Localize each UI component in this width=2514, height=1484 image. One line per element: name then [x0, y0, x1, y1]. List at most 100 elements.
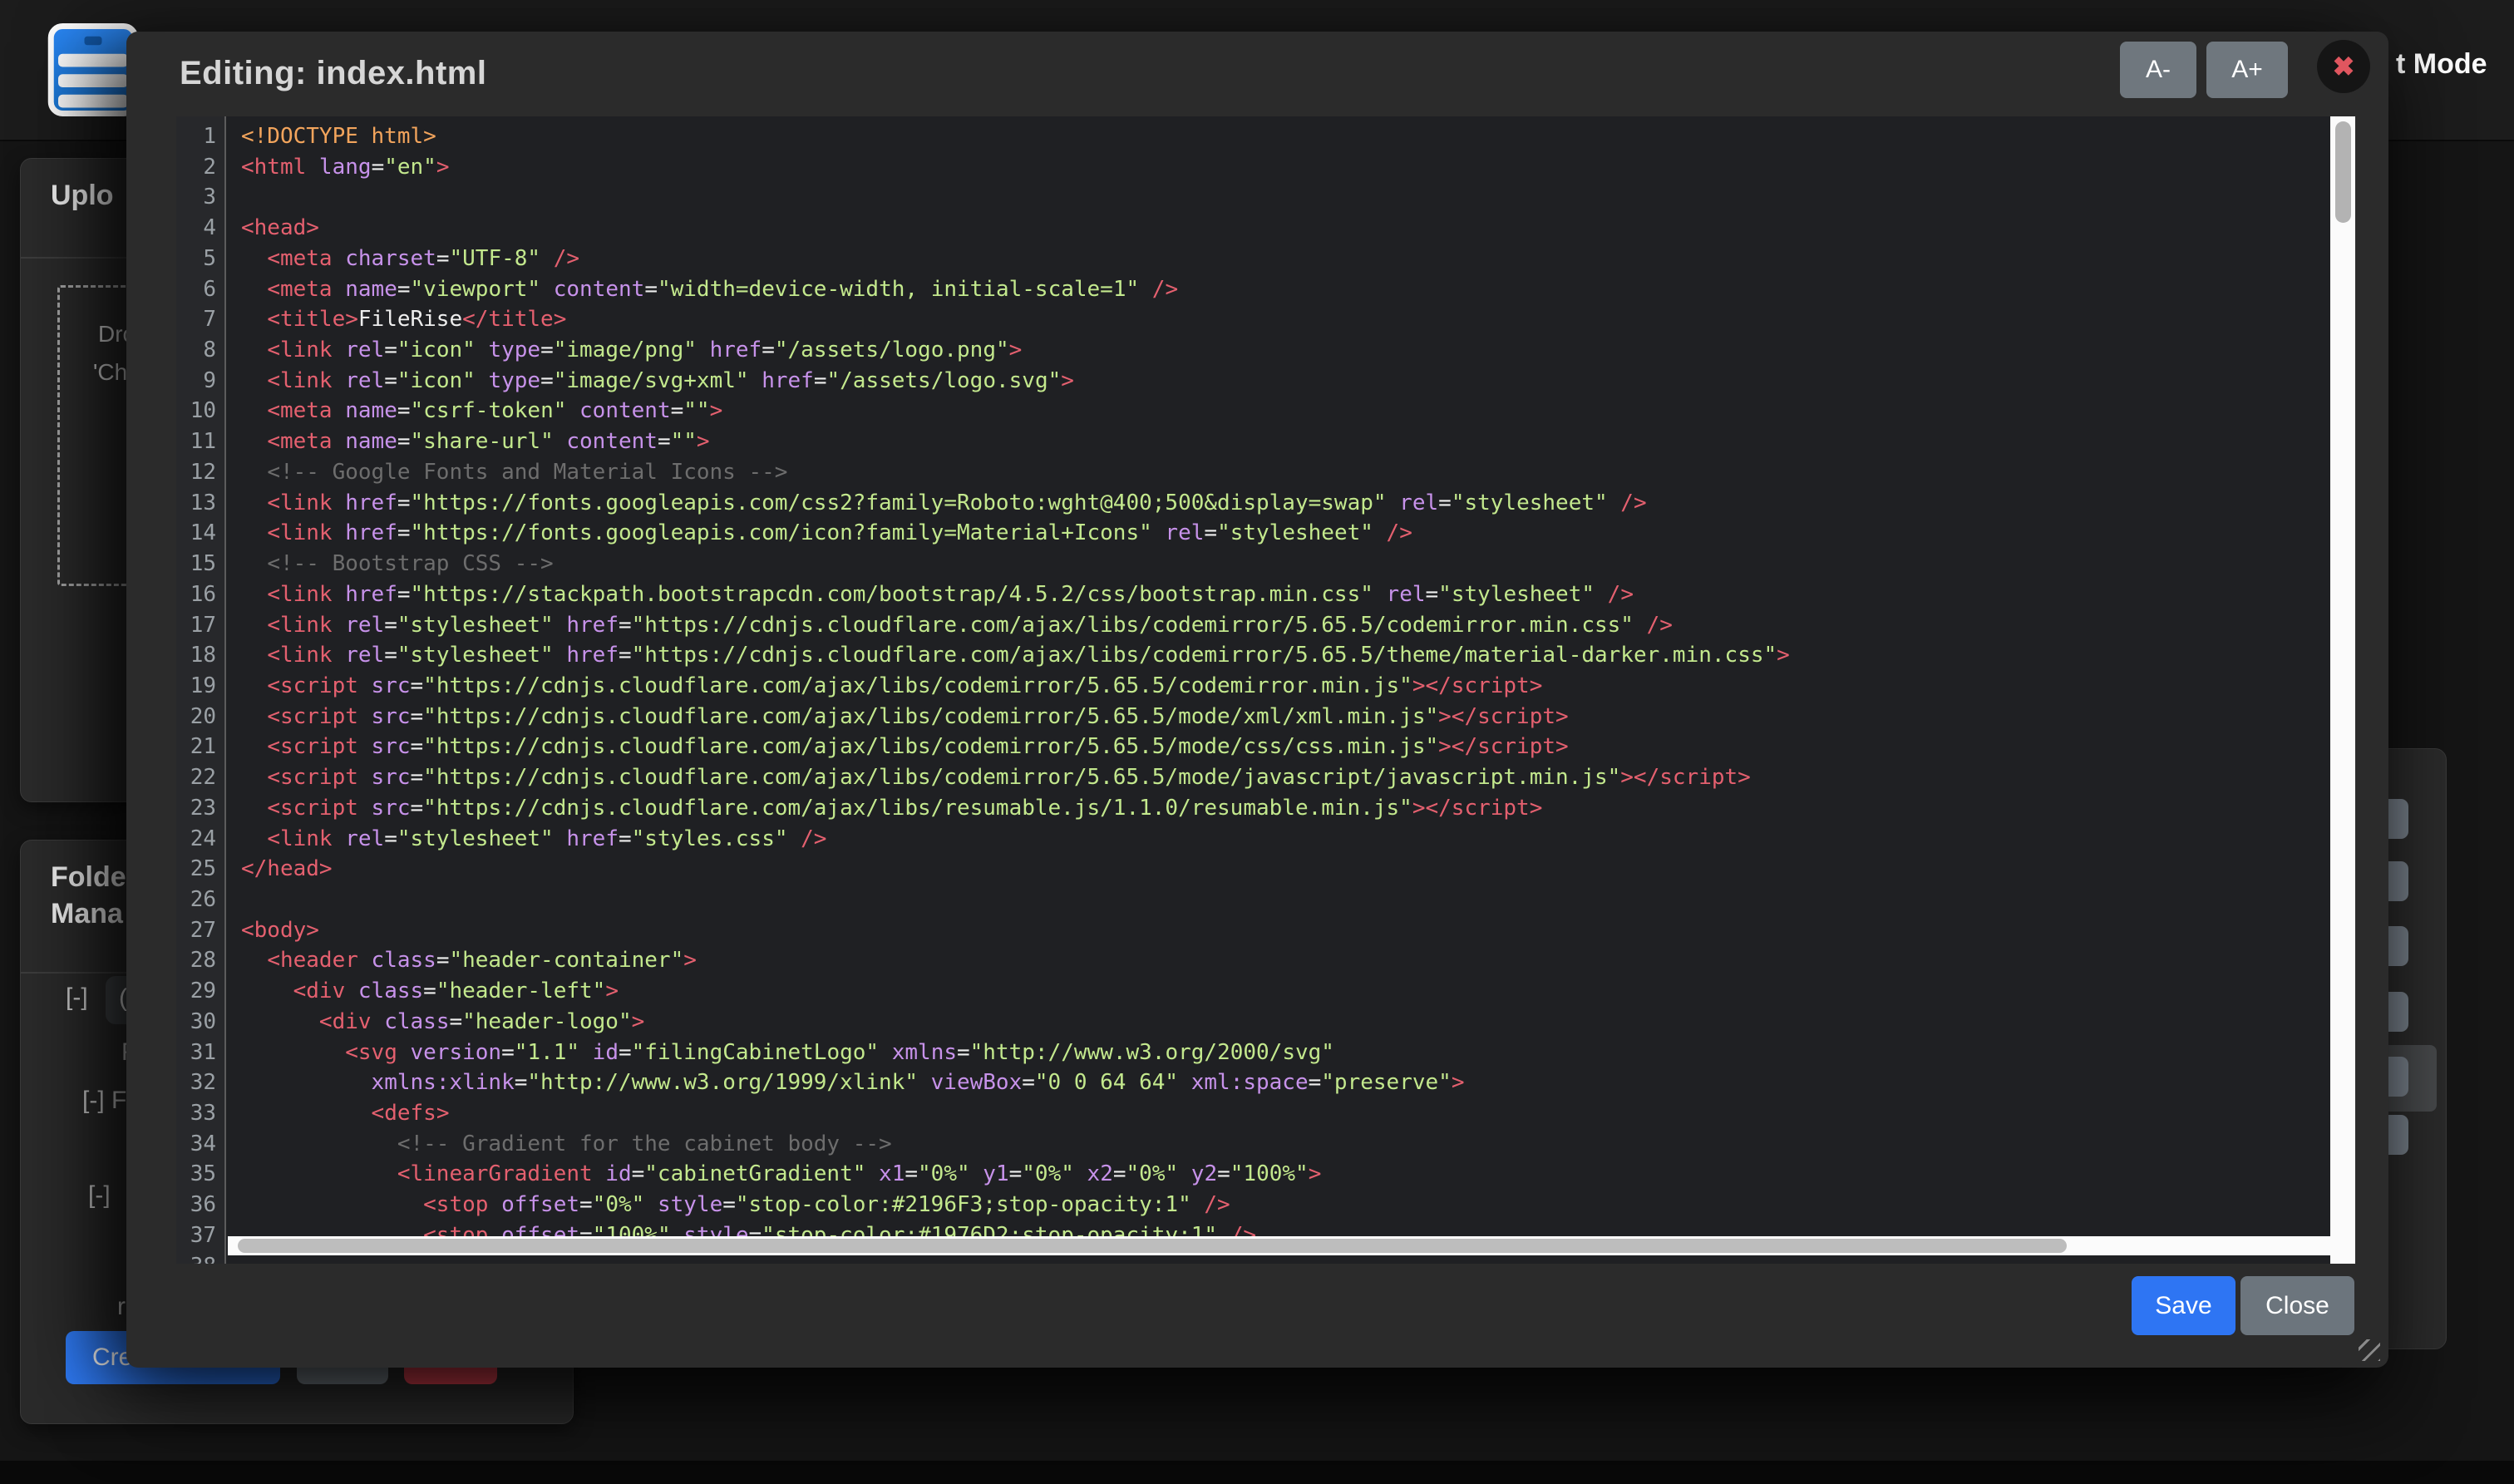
line-number: 34	[176, 1129, 216, 1160]
line-number: 24	[176, 824, 216, 855]
line-number: 5	[176, 244, 216, 274]
line-number: 14	[176, 518, 216, 549]
line-number: 37	[176, 1220, 216, 1251]
save-button[interactable]: Save	[2132, 1276, 2235, 1335]
line-number: 27	[176, 915, 216, 946]
line-number: 4	[176, 213, 216, 244]
folder-tree-item[interactable]: [-] F	[82, 1087, 126, 1115]
upload-panel-title: Uplo	[51, 177, 114, 214]
line-number: 20	[176, 702, 216, 732]
code-line[interactable]: <title>FileRise</title>	[241, 304, 2329, 335]
folder-tree-toggle-root[interactable]: [-]	[66, 984, 88, 1012]
code-line[interactable]: <!-- Bootstrap CSS -->	[241, 549, 2329, 579]
line-number: 12	[176, 457, 216, 488]
line-number: 13	[176, 488, 216, 519]
line-number: 6	[176, 274, 216, 305]
horizontal-scrollbar[interactable]	[228, 1236, 2330, 1255]
code-content[interactable]: <!DOCTYPE html><html lang="en"> <head> <m…	[241, 121, 2329, 1264]
vertical-scrollbar[interactable]	[2330, 116, 2355, 1264]
line-number: 33	[176, 1098, 216, 1129]
code-line[interactable]: <meta name="share-url" content="">	[241, 426, 2329, 457]
code-line[interactable]: <svg version="1.1" id="filingCabinetLogo…	[241, 1038, 2329, 1068]
code-line[interactable]: </head>	[241, 854, 2329, 885]
code-line[interactable]	[241, 182, 2329, 213]
close-button[interactable]: Close	[2240, 1276, 2354, 1335]
theme-mode-label[interactable]: t Mode	[2396, 48, 2487, 81]
line-number: 21	[176, 732, 216, 762]
line-number: 23	[176, 793, 216, 824]
filerise-app: t Mode Uplo Dro 'Ch Folde Mana [-] ( F […	[0, 0, 2514, 1484]
code-line[interactable]: <script src="https://cdnjs.cloudflare.co…	[241, 793, 2329, 824]
line-number: 11	[176, 426, 216, 457]
line-number: 15	[176, 549, 216, 579]
edit-file-modal: Editing: index.html A- A+ ✖ 123456789101…	[126, 32, 2388, 1368]
folder-tree-toggle[interactable]: [-]	[88, 1181, 111, 1210]
dropzone-text-line2: 'Ch	[93, 359, 127, 386]
code-line[interactable]	[241, 885, 2329, 915]
folder-tree-item[interactable]: r	[117, 1293, 126, 1321]
line-number: 25	[176, 854, 216, 885]
line-number: 36	[176, 1190, 216, 1220]
code-line[interactable]: <div class="header-left">	[241, 976, 2329, 1007]
line-number: 3	[176, 182, 216, 213]
code-line[interactable]: <link href="https://fonts.googleapis.com…	[241, 488, 2329, 519]
code-line[interactable]: <link href="https://fonts.googleapis.com…	[241, 518, 2329, 549]
code-line[interactable]: <head>	[241, 213, 2329, 244]
line-number: 29	[176, 976, 216, 1007]
line-number: 28	[176, 945, 216, 976]
code-line[interactable]: <link rel="icon" type="image/svg+xml" hr…	[241, 366, 2329, 397]
folder-panel-title-line1: Folde	[51, 859, 126, 895]
code-line[interactable]: <defs>	[241, 1098, 2329, 1129]
line-number: 17	[176, 610, 216, 641]
close-icon[interactable]: ✖	[2317, 40, 2370, 93]
line-number-gutter: 1234567891011121314151617181920212223242…	[176, 116, 226, 1264]
code-line[interactable]: <link rel="stylesheet" href="https://cdn…	[241, 610, 2329, 641]
code-line[interactable]: <link rel="stylesheet" href="https://cdn…	[241, 640, 2329, 671]
folder-panel-title: Folde Mana	[51, 859, 126, 932]
code-line[interactable]: <meta name="csrf-token" content="">	[241, 396, 2329, 426]
code-line[interactable]: <link href="https://stackpath.bootstrapc…	[241, 579, 2329, 610]
line-number: 16	[176, 579, 216, 610]
code-line[interactable]: xmlns:xlink="http://www.w3.org/1999/xlin…	[241, 1067, 2329, 1098]
code-line[interactable]: <!DOCTYPE html>	[241, 121, 2329, 152]
line-number: 9	[176, 366, 216, 397]
line-number: 38	[176, 1251, 216, 1264]
code-line[interactable]: <meta charset="UTF-8" />	[241, 244, 2329, 274]
code-line[interactable]: <meta name="viewport" content="width=dev…	[241, 274, 2329, 305]
line-number: 26	[176, 885, 216, 915]
line-number: 10	[176, 396, 216, 426]
line-number: 1	[176, 121, 216, 152]
folder-panel-title-line2: Mana	[51, 895, 126, 932]
code-line[interactable]: <body>	[241, 915, 2329, 946]
line-number: 7	[176, 304, 216, 335]
line-number: 18	[176, 640, 216, 671]
line-number: 31	[176, 1038, 216, 1068]
horizontal-scrollbar-thumb[interactable]	[238, 1239, 2067, 1253]
code-line[interactable]: <link rel="icon" type="image/png" href="…	[241, 335, 2329, 366]
font-decrease-button[interactable]: A-	[2120, 42, 2196, 98]
line-number: 35	[176, 1159, 216, 1190]
line-number: 22	[176, 762, 216, 793]
vertical-scrollbar-thumb[interactable]	[2335, 121, 2351, 223]
code-line[interactable]: <script src="https://cdnjs.cloudflare.co…	[241, 671, 2329, 702]
line-number: 8	[176, 335, 216, 366]
font-increase-button[interactable]: A+	[2206, 42, 2288, 98]
code-editor[interactable]: 1234567891011121314151617181920212223242…	[176, 116, 2355, 1264]
page-footer-strip	[0, 1461, 2514, 1484]
line-number: 30	[176, 1007, 216, 1038]
resize-handle-icon[interactable]	[2359, 1339, 2380, 1361]
code-line[interactable]: <script src="https://cdnjs.cloudflare.co…	[241, 702, 2329, 732]
code-line[interactable]: <stop offset="0%" style="stop-color:#219…	[241, 1190, 2329, 1220]
code-line[interactable]: <script src="https://cdnjs.cloudflare.co…	[241, 732, 2329, 762]
code-line[interactable]: <script src="https://cdnjs.cloudflare.co…	[241, 762, 2329, 793]
code-line[interactable]: <!-- Gradient for the cabinet body -->	[241, 1129, 2329, 1160]
modal-title: Editing: index.html	[180, 55, 486, 92]
code-line[interactable]: <html lang="en">	[241, 152, 2329, 183]
code-line[interactable]: <!-- Google Fonts and Material Icons -->	[241, 457, 2329, 488]
line-number: 32	[176, 1067, 216, 1098]
line-number: 2	[176, 152, 216, 183]
code-line[interactable]: <header class="header-container">	[241, 945, 2329, 976]
code-line[interactable]: <div class="header-logo">	[241, 1007, 2329, 1038]
code-line[interactable]: <link rel="stylesheet" href="styles.css"…	[241, 824, 2329, 855]
code-line[interactable]: <linearGradient id="cabinetGradient" x1=…	[241, 1159, 2329, 1190]
